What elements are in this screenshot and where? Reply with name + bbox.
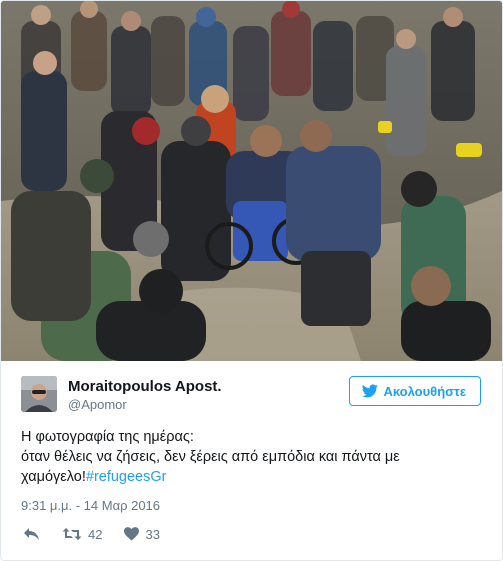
photo-icon	[1, 1, 502, 361]
author-name[interactable]: Moraitopoulos Apost.	[68, 378, 222, 395]
retweet-icon	[62, 528, 82, 540]
follow-button[interactable]: Ακολουθήστε	[349, 376, 481, 406]
tweet-timestamp[interactable]: 9:31 μ.μ. - 14 Μαρ 2016	[21, 498, 160, 513]
author-handle[interactable]: @Apomor	[68, 397, 127, 412]
avatar[interactable]	[21, 376, 57, 412]
tweet-line-3-text: χαμόγελο!	[21, 469, 86, 485]
tweet-line-3: χαμόγελο!#refugeesGr	[21, 467, 483, 487]
follow-button-label: Ακολουθήστε	[383, 383, 466, 399]
tweet-line-1: Η φωτογραφία της ημέρας:	[21, 429, 194, 445]
avatar-icon	[21, 376, 57, 412]
tweet-actions: 42 33	[23, 524, 182, 544]
twitter-bird-icon	[362, 384, 379, 398]
retweet-count: 42	[88, 526, 103, 542]
tweet-author-row: Moraitopoulos Apost. @Apomor Ακολουθήστε	[21, 375, 483, 415]
like-count: 33	[145, 526, 160, 542]
like-button[interactable]: 33	[124, 526, 160, 542]
reply-button[interactable]	[23, 527, 40, 541]
heart-icon	[124, 527, 140, 541]
tweet-photo[interactable]	[1, 1, 502, 361]
reply-icon	[24, 528, 39, 540]
retweet-button[interactable]: 42	[62, 527, 102, 542]
hashtag-link[interactable]: #refugeesGr	[86, 469, 167, 485]
tweet-card: Moraitopoulos Apost. @Apomor Ακολουθήστε…	[0, 0, 503, 561]
tweet-text: Η φωτογραφία της ημέρας: όταν θέλεις να …	[21, 427, 483, 487]
tweet-line-2: όταν θέλεις να ζήσεις, δεν ξέρεις από εμ…	[21, 449, 400, 465]
